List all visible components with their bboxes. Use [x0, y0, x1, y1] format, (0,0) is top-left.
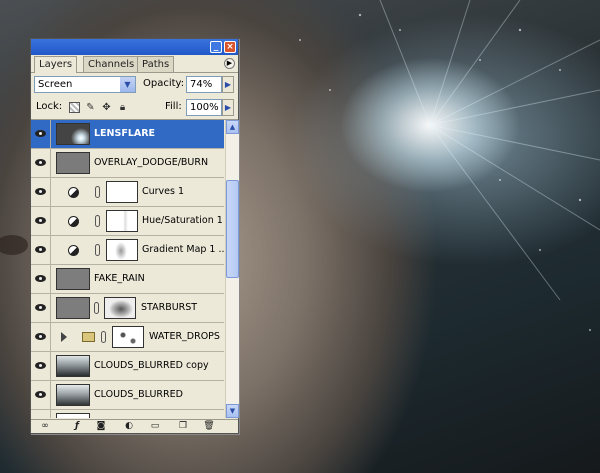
- minimize-button[interactable]: _: [210, 41, 222, 53]
- expand-triangle-icon[interactable]: [61, 332, 67, 342]
- eye-icon[interactable]: [31, 352, 51, 380]
- layers-panel: _ × Layers Channels Paths ▶ Screen ▼ Opa…: [30, 38, 239, 434]
- close-button[interactable]: ×: [224, 41, 236, 53]
- eye-icon[interactable]: [31, 294, 51, 322]
- layer-mask-thumbnail[interactable]: [106, 239, 138, 261]
- link-chain-icon[interactable]: [94, 302, 99, 314]
- layer-name[interactable]: STARBURST: [141, 302, 197, 313]
- opacity-slider-arrow-icon[interactable]: ▶: [222, 76, 234, 93]
- layer-mask-thumbnail[interactable]: [112, 326, 144, 348]
- adjustment-layer-icon: [68, 187, 79, 198]
- layer-row[interactable]: Hue/Saturation 1: [31, 207, 224, 236]
- eye-icon[interactable]: [31, 381, 51, 409]
- panel-menu-button[interactable]: ▶: [224, 58, 235, 69]
- layer-thumbnail[interactable]: [56, 152, 90, 174]
- link-chain-icon[interactable]: [95, 244, 100, 256]
- layer-name[interactable]: OVERLAY_DODGE/BURN: [94, 157, 208, 168]
- new-group-icon[interactable]: ▭: [149, 421, 161, 432]
- link-layers-icon[interactable]: ∞: [39, 421, 51, 432]
- layer-row[interactable]: CLOUDS_BLURRED copy: [31, 352, 224, 381]
- link-chain-icon[interactable]: [95, 215, 100, 227]
- eye-icon[interactable]: [31, 410, 51, 418]
- layer-row[interactable]: OVERLAY_DODGE/BURN: [31, 149, 224, 178]
- layer-mask-thumbnail[interactable]: [106, 181, 138, 203]
- eye-icon[interactable]: [31, 178, 51, 206]
- lock-transparency-icon[interactable]: [69, 102, 80, 113]
- layer-name[interactable]: FAKE_RAIN: [94, 273, 145, 284]
- add-mask-icon[interactable]: ◙: [95, 421, 107, 432]
- lock-fill-row: Lock: ✎ ✥ 🔒︎ Fill: 100% ▶: [31, 96, 238, 120]
- opacity-label: Opacity:: [143, 78, 185, 89]
- layer-row[interactable]: FAKE_RAIN: [31, 265, 224, 294]
- eye-icon[interactable]: [31, 236, 51, 264]
- panel-tabs: Layers Channels Paths ▶: [31, 55, 238, 73]
- layer-row[interactable]: WATER_DROPS: [31, 323, 224, 352]
- link-chain-icon[interactable]: [95, 186, 100, 198]
- chevron-down-icon[interactable]: ▼: [120, 77, 135, 92]
- lock-pixels-icon[interactable]: ✎: [85, 102, 96, 113]
- eye-icon[interactable]: [31, 120, 51, 148]
- scroll-thumb[interactable]: [226, 180, 239, 278]
- lock-label: Lock:: [36, 101, 63, 112]
- blend-mode-select[interactable]: Screen ▼: [34, 76, 136, 93]
- layer-row[interactable]: LENSFLARE: [31, 120, 224, 149]
- layer-thumbnail[interactable]: [56, 384, 90, 406]
- panel-bottom-toolbar: ∞ ƒ ◙ ◐ ▭ ❐ 🗑︎: [31, 419, 238, 433]
- layer-thumbnail[interactable]: [56, 268, 90, 290]
- layer-name[interactable]: LENSFLARE: [94, 128, 155, 139]
- layer-row[interactable]: STARBURST: [31, 294, 224, 323]
- tab-layers[interactable]: Layers: [34, 56, 78, 73]
- eye-icon[interactable]: [31, 265, 51, 293]
- scroll-up-icon[interactable]: ▲: [226, 120, 239, 134]
- opacity-field[interactable]: 74%: [186, 76, 222, 93]
- adjustment-layer-icon: [68, 245, 79, 256]
- layer-name[interactable]: Gradient Map 1 ...: [142, 244, 224, 255]
- adjustment-layer-icon: [68, 216, 79, 227]
- fill-slider-arrow-icon[interactable]: ▶: [222, 99, 234, 116]
- fill-label: Fill:: [165, 101, 182, 112]
- trash-icon[interactable]: 🗑︎: [203, 421, 215, 432]
- layers-list: LENSFLARE OVERLAY_DODGE/BURN Curves 1 Hu…: [31, 120, 224, 418]
- layer-name[interactable]: CLOUDS_BLURRED: [94, 389, 183, 400]
- layer-name[interactable]: CLOUDS_BLURRED copy: [94, 360, 209, 371]
- panel-titlebar[interactable]: _ ×: [31, 39, 238, 55]
- layer-row[interactable]: CLOUDS_BLURRED: [31, 381, 224, 410]
- layer-thumbnail[interactable]: [56, 123, 90, 145]
- layer-name[interactable]: Curves 1: [142, 186, 184, 197]
- blend-opacity-row: Screen ▼ Opacity: 74% ▶: [31, 73, 238, 96]
- layer-row[interactable]: Curves 1: [31, 178, 224, 207]
- layer-mask-thumbnail[interactable]: [106, 210, 138, 232]
- eye-icon[interactable]: [31, 323, 51, 351]
- blend-mode-value: Screen: [38, 79, 73, 90]
- new-adjustment-layer-icon[interactable]: ◐: [123, 421, 135, 432]
- fill-field[interactable]: 100%: [186, 99, 222, 116]
- layer-thumbnail[interactable]: [56, 413, 90, 418]
- layer-name[interactable]: WATER_DROPS: [149, 331, 220, 342]
- layer-style-icon[interactable]: ƒ: [71, 421, 83, 432]
- layer-row[interactable]: [31, 410, 224, 418]
- folder-icon: [82, 332, 95, 342]
- tab-paths[interactable]: Paths: [137, 56, 175, 72]
- scroll-down-icon[interactable]: ▼: [226, 404, 239, 418]
- eye-icon[interactable]: [31, 149, 51, 177]
- tab-channels[interactable]: Channels: [83, 56, 140, 72]
- layer-thumbnail[interactable]: [56, 297, 90, 319]
- layer-row[interactable]: Gradient Map 1 ...: [31, 236, 224, 265]
- layer-mask-thumbnail[interactable]: [104, 297, 136, 319]
- lock-all-icon[interactable]: 🔒︎: [117, 102, 128, 113]
- layer-name[interactable]: Hue/Saturation 1: [142, 215, 223, 226]
- layer-thumbnail[interactable]: [56, 355, 90, 377]
- link-chain-icon[interactable]: [101, 331, 106, 343]
- layers-scrollbar[interactable]: ▲ ▼: [225, 120, 239, 418]
- lock-position-icon[interactable]: ✥: [101, 102, 112, 113]
- eye-icon[interactable]: [31, 207, 51, 235]
- new-layer-icon[interactable]: ❐: [177, 421, 189, 432]
